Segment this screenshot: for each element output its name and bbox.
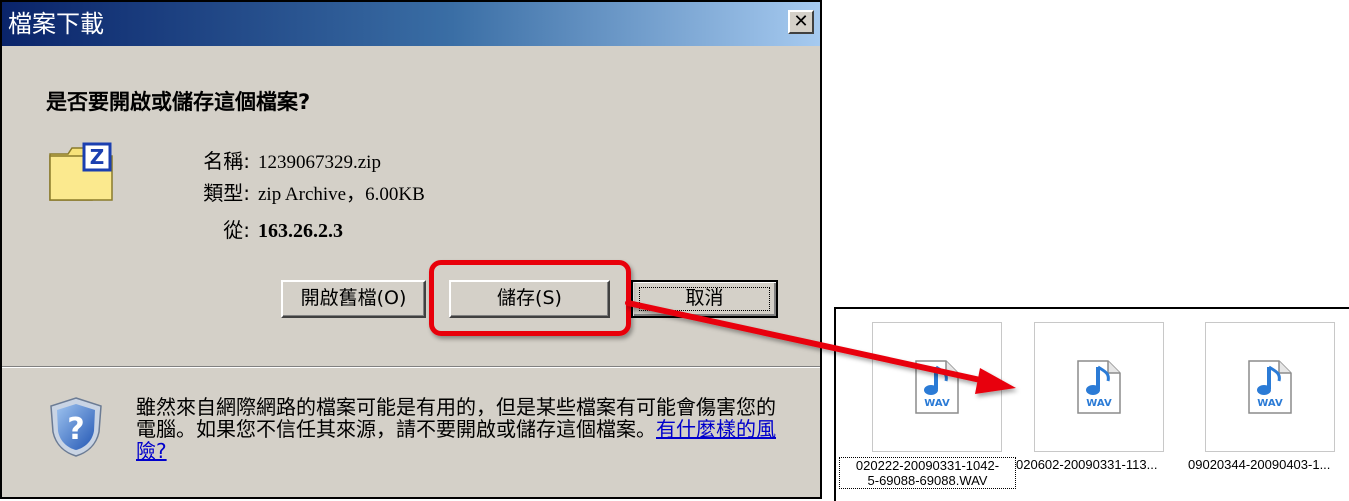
security-shield-question-icon: ? bbox=[48, 396, 104, 462]
file-source-value: 163.26.2.3 bbox=[258, 220, 343, 242]
dialog-divider bbox=[2, 366, 820, 368]
file-name-value: 1239067329.zip bbox=[258, 152, 381, 173]
zip-folder-icon: Z bbox=[48, 142, 114, 206]
file-source-label: 從: bbox=[223, 218, 250, 242]
close-button[interactable]: ✕ bbox=[788, 10, 814, 34]
wav-file-icon: WAV bbox=[1248, 360, 1292, 414]
wav-icon-label: WAV bbox=[1086, 398, 1112, 409]
svg-text:Z: Z bbox=[90, 145, 105, 169]
cancel-button[interactable]: 取消 bbox=[631, 280, 778, 318]
wav-file-icon: WAV bbox=[915, 360, 959, 414]
file-name-2[interactable]: 020602-20090331-113... bbox=[1016, 457, 1157, 472]
file-download-dialog: 檔案下載 ✕ 是否要開啟或儲存這個檔案? Z 名稱: 1239067329.zip… bbox=[0, 0, 822, 499]
file-type-row: 類型: zip Archive，6.00KB bbox=[188, 180, 425, 208]
title-bar[interactable]: 檔案下載 ✕ bbox=[2, 2, 820, 46]
file-name-row: 名稱: 1239067329.zip bbox=[188, 148, 381, 176]
file-tile-1[interactable]: WAV bbox=[872, 322, 1002, 452]
cancel-button-label: 取消 bbox=[685, 287, 724, 309]
wav-file-icon: WAV bbox=[1077, 360, 1121, 414]
file-source-row: 從: 163.26.2.3 bbox=[188, 217, 343, 244]
file-tile-3[interactable]: WAV bbox=[1205, 322, 1335, 452]
file-name-label: 名稱: bbox=[203, 149, 250, 173]
dialog-title: 檔案下載 bbox=[8, 10, 104, 38]
file-name-1[interactable]: 020222-20090331-1042- 5-69088-69088.WAV bbox=[839, 457, 1016, 489]
dialog-question: 是否要開啟或儲存這個檔案? bbox=[46, 90, 311, 114]
file-name-1-line2: 5-69088-69088.WAV bbox=[867, 473, 988, 488]
svg-text:?: ? bbox=[67, 412, 84, 447]
file-explorer-panel: WAV WAV WAV 020222-20090331-1042- 5-6908… bbox=[834, 307, 1349, 501]
screenshot-root: 檔案下載 ✕ 是否要開啟或儲存這個檔案? Z 名稱: 1239067329.zip… bbox=[0, 0, 1349, 501]
security-warning: 雖然來自網際網路的檔案可能是有用的，但是某些檔案有可能會傷害您的電腦。如果您不信… bbox=[136, 396, 776, 462]
save-button-highlight bbox=[429, 260, 631, 336]
file-name-3[interactable]: 09020344-20090403-1... bbox=[1188, 457, 1330, 472]
file-type-label: 類型: bbox=[203, 181, 250, 205]
file-tile-2[interactable]: WAV bbox=[1034, 322, 1164, 452]
wav-icon-label: WAV bbox=[924, 398, 950, 409]
open-button[interactable]: 開啟舊檔(O) bbox=[281, 280, 426, 318]
wav-icon-label: WAV bbox=[1257, 398, 1283, 409]
file-name-1-line1: 020222-20090331-1042- bbox=[855, 458, 1000, 473]
file-type-value: zip Archive，6.00KB bbox=[258, 184, 425, 205]
